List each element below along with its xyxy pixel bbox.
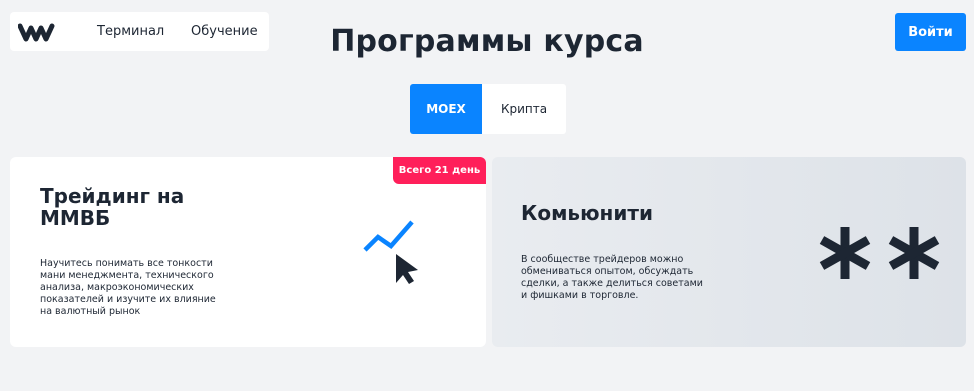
page-title: Программы курса [330,24,644,59]
market-tabs: MOEX Крипта [410,84,566,134]
course-card-community[interactable]: Комьюнити В сообществе трейдеров можно о… [492,157,966,347]
login-button[interactable]: Войти [895,13,966,51]
card-description: Научитесь понимать все тонкости мани мен… [40,258,216,317]
duration-badge: Всего 21 день [393,157,486,184]
card-description: В сообществе трейдеров можно обмениватьс… [521,254,703,301]
chart-cursor-icon [363,220,418,284]
tab-crypto[interactable]: Крипта [482,84,566,134]
asterisks-icon [819,227,940,279]
tab-moex[interactable]: MOEX [410,84,482,134]
card-title: Комьюнити [521,201,653,225]
card-title: Трейдинг на ММВБ [40,184,185,230]
course-card-trading[interactable]: Всего 21 день Трейдинг на ММВБ Научитесь… [10,157,486,347]
